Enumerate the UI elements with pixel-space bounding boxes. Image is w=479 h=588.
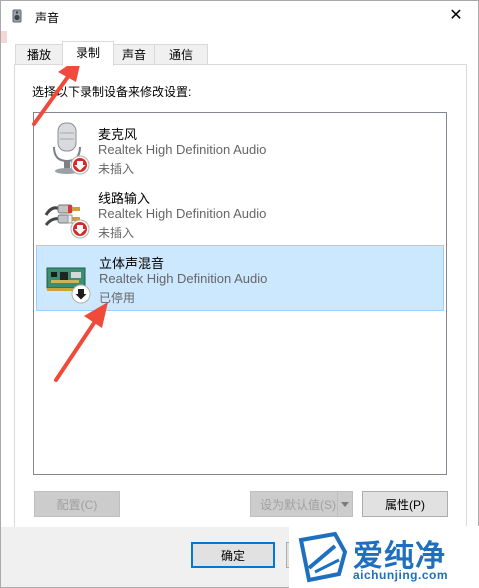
sound-dialog: 声音 ✕ 播放 录制 声音 通信 选择以下录制设备来修改设置: 麦克风 Real… bbox=[0, 0, 479, 588]
watermark: 爱纯净 aichunjing.com bbox=[289, 526, 479, 588]
speaker-icon bbox=[9, 8, 25, 24]
device-status: 未插入 bbox=[98, 226, 135, 240]
title-bar: 声音 ✕ bbox=[1, 1, 478, 31]
close-icon: ✕ bbox=[449, 7, 463, 24]
device-list[interactable]: 麦克风 Realtek High Definition Audio 未插入 线路… bbox=[33, 112, 447, 475]
brand-logo-icon bbox=[295, 530, 351, 584]
device-item-microphone[interactable]: 麦克风 Realtek High Definition Audio 未插入 bbox=[36, 117, 442, 179]
device-driver: Realtek High Definition Audio bbox=[98, 206, 267, 221]
tab-recording[interactable]: 录制 bbox=[62, 41, 114, 66]
watermark-url: aichunjing.com bbox=[353, 568, 449, 582]
set-default-dropdown-arrow[interactable] bbox=[337, 491, 353, 517]
properties-button[interactable]: 属性(P) bbox=[362, 491, 448, 517]
close-button[interactable]: ✕ bbox=[434, 1, 478, 31]
window-title: 声音 bbox=[35, 11, 60, 25]
device-status: 已停用 bbox=[99, 291, 136, 305]
device-status: 未插入 bbox=[98, 162, 135, 176]
microphone-icon bbox=[44, 121, 90, 177]
red-down-arrow-badge-icon bbox=[70, 155, 90, 178]
device-item-line-in[interactable]: 线路输入 Realtek High Definition Audio 未插入 bbox=[36, 181, 442, 243]
line-in-cable-icon bbox=[44, 185, 90, 241]
ok-button[interactable]: 确定 bbox=[191, 542, 275, 568]
device-name: 线路输入 bbox=[98, 191, 151, 206]
device-driver: Realtek High Definition Audio bbox=[98, 142, 267, 157]
red-down-arrow-badge-icon bbox=[70, 219, 90, 242]
configure-button[interactable]: 配置(C) bbox=[34, 491, 120, 517]
device-name: 麦克风 bbox=[98, 127, 138, 142]
sound-card-icon bbox=[45, 250, 91, 306]
device-name: 立体声混音 bbox=[99, 256, 165, 271]
instruction-text: 选择以下录制设备来修改设置: bbox=[32, 85, 192, 99]
recording-panel: 选择以下录制设备来修改设置: 麦克风 Realtek High Definiti… bbox=[14, 64, 467, 528]
tab-playback[interactable]: 播放 bbox=[15, 44, 63, 65]
set-default-button[interactable]: 设为默认值(S) bbox=[250, 491, 346, 517]
device-item-stereo-mix[interactable]: 立体声混音 Realtek High Definition Audio 已停用 bbox=[36, 245, 444, 311]
device-driver: Realtek High Definition Audio bbox=[99, 271, 268, 286]
black-down-arrow-badge-icon bbox=[71, 284, 91, 307]
tab-sounds[interactable]: 声音 bbox=[113, 44, 155, 65]
tab-communications[interactable]: 通信 bbox=[154, 44, 208, 65]
